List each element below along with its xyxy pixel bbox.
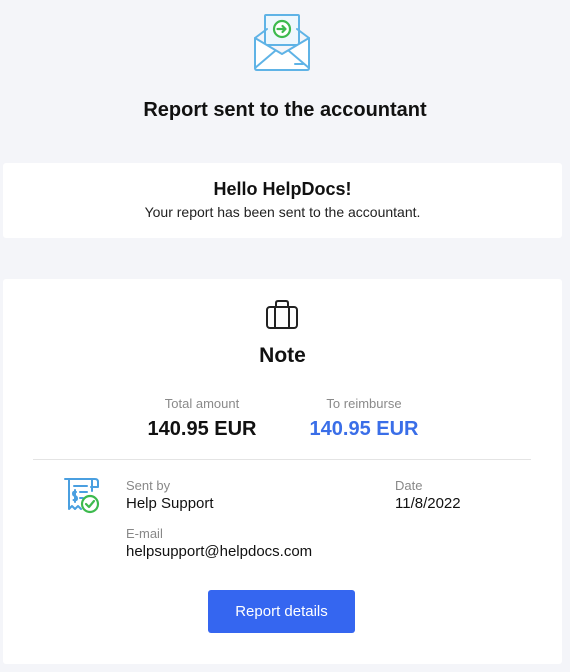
to-reimburse-label: To reimburse bbox=[326, 396, 402, 411]
greeting-title: Hello HelpDocs! bbox=[213, 179, 352, 199]
email-value: helpsupport@helpdocs.com bbox=[126, 543, 313, 560]
divider bbox=[33, 459, 531, 460]
date-label: Date bbox=[395, 478, 423, 493]
suitcase-icon bbox=[266, 300, 298, 329]
total-amount: Total amount 140.95 EUR bbox=[133, 396, 271, 441]
date-value: 11/8/2022 bbox=[395, 495, 461, 512]
to-reimburse-value: 140.95 EUR bbox=[309, 418, 419, 440]
note-card: Note Total amount 140.95 EUR To reimburs… bbox=[3, 279, 562, 664]
note-title: Note bbox=[259, 344, 306, 367]
sent-by-label: Sent by bbox=[126, 478, 171, 493]
receipt-check-icon bbox=[64, 478, 100, 514]
email-label: E-mail bbox=[126, 526, 163, 541]
report-details-button[interactable]: Report details bbox=[208, 590, 355, 633]
total-amount-value: 140.95 EUR bbox=[147, 418, 257, 440]
total-amount-label: Total amount bbox=[164, 396, 240, 411]
envelope-arrow-icon bbox=[254, 14, 310, 71]
to-reimburse: To reimburse 140.95 EUR bbox=[295, 396, 433, 441]
sent-by-value: Help Support bbox=[126, 495, 214, 512]
greeting-card: Hello HelpDocs! Your report has been sen… bbox=[3, 163, 562, 238]
greeting-message: Your report has been sent to the account… bbox=[144, 204, 421, 220]
page-title: Report sent to the accountant bbox=[143, 99, 427, 121]
